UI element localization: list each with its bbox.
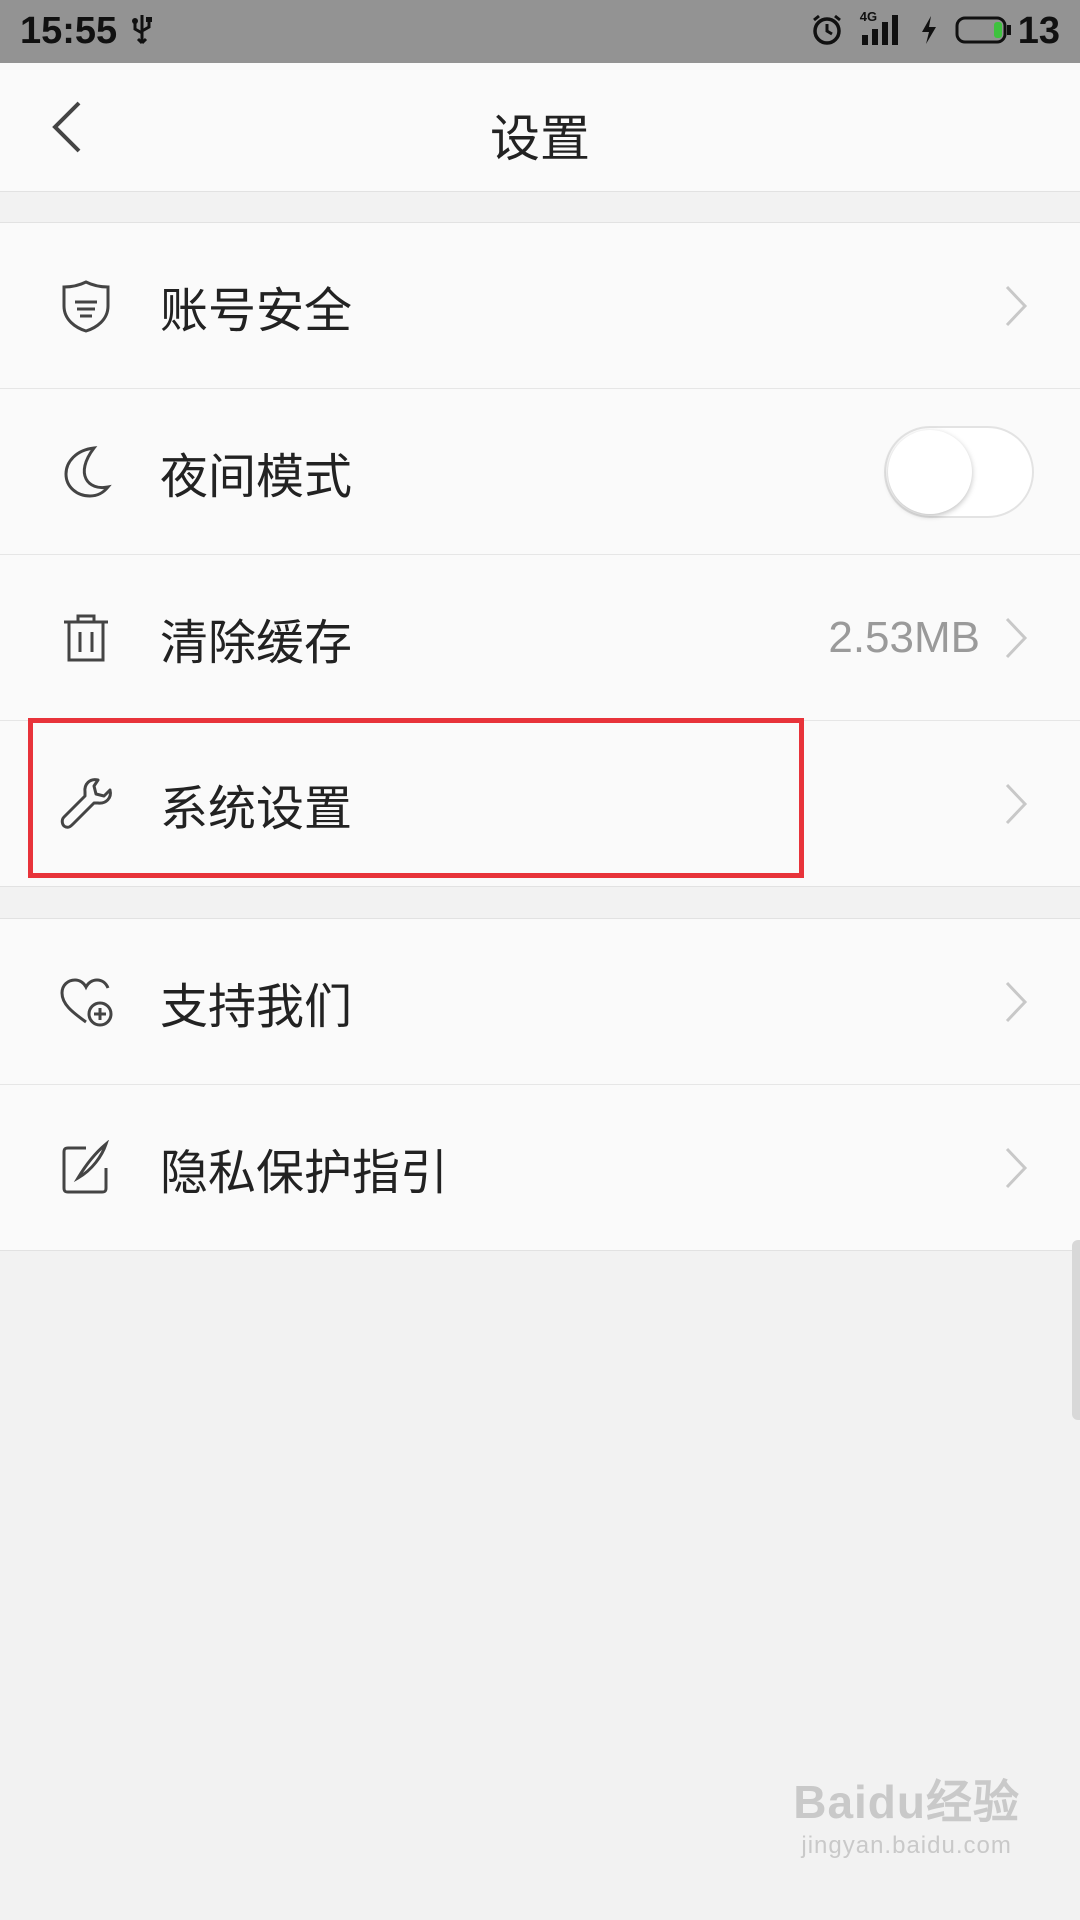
status-bar: 15:55 4G 13	[0, 0, 1080, 63]
row-night-mode: 夜间模式	[0, 389, 1080, 555]
settings-group-main: 账号安全 夜间模式 清除缓存 2.53MB 系统设置	[0, 222, 1080, 887]
night-mode-toggle[interactable]	[884, 425, 1034, 518]
settings-group-about: 支持我们 隐私保护指引	[0, 918, 1080, 1251]
trash-icon	[58, 610, 114, 666]
watermark: Baidu经验 jingyan.baidu.com	[793, 1766, 1020, 1860]
row-clear-cache[interactable]: 清除缓存 2.53MB	[0, 555, 1080, 721]
row-label: 账号安全	[160, 282, 353, 339]
watermark-url: jingyan.baidu.com	[801, 1832, 1012, 1859]
watermark-logo: Baidu经验	[793, 1776, 1020, 1828]
chevron-right-icon	[1004, 1146, 1028, 1190]
battery-icon	[954, 15, 1012, 49]
toggle-knob	[888, 429, 972, 514]
row-privacy-guide[interactable]: 隐私保护指引	[0, 1085, 1080, 1250]
row-account-security[interactable]: 账号安全	[0, 223, 1080, 389]
battery-level: 13	[1017, 10, 1060, 52]
row-system-settings[interactable]: 系统设置	[0, 721, 1080, 886]
chevron-right-icon	[1004, 980, 1028, 1024]
row-support-us[interactable]: 支持我们	[0, 919, 1080, 1085]
alarm-icon	[810, 13, 844, 51]
chevron-right-icon	[1004, 782, 1028, 826]
row-label: 系统设置	[160, 780, 353, 837]
chevron-right-icon	[1004, 284, 1028, 328]
row-label: 支持我们	[160, 978, 353, 1035]
row-label: 隐私保护指引	[160, 1144, 449, 1201]
moon-icon	[58, 444, 114, 500]
wrench-icon	[58, 776, 114, 832]
status-time: 15:55	[20, 10, 118, 52]
network-type: 4G	[859, 9, 878, 24]
shield-icon	[58, 278, 114, 334]
charging-icon	[920, 15, 938, 49]
row-label: 夜间模式	[160, 448, 353, 505]
top-app-bar: 设置	[0, 63, 1080, 192]
cache-size: 2.53MB	[828, 612, 980, 662]
page-title: 设置	[490, 110, 590, 168]
heart-plus-icon	[58, 974, 114, 1030]
usb-icon	[131, 13, 153, 51]
chevron-right-icon	[1004, 616, 1028, 660]
edit-note-icon	[58, 1138, 114, 1196]
signal-icon: 4G	[860, 9, 904, 50]
scroll-indicator	[1072, 1240, 1080, 1420]
row-label: 清除缓存	[160, 614, 353, 671]
